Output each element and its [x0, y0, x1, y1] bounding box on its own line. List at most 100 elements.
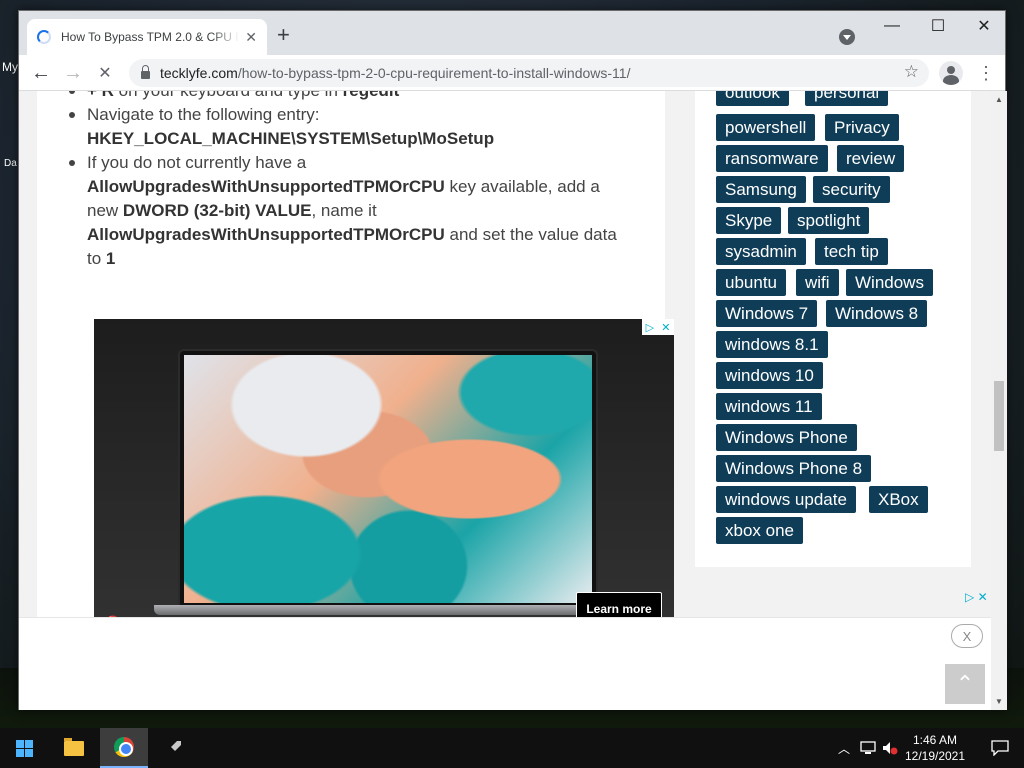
tray-chevron-icon[interactable]: ︿	[838, 740, 850, 757]
scroll-down-arrow-icon[interactable]: ▼	[995, 697, 1003, 706]
tag-link[interactable]: Windows Phone 8	[716, 455, 872, 482]
registry-key: AllowUpgradesWithUnsupportedTPMOrCPU	[87, 225, 445, 244]
step-bold: regedit	[343, 91, 400, 100]
registry-path: HKEY_LOCAL_MACHINE\SYSTEM\Setup\MoSetup	[87, 129, 495, 148]
step-text: If you do not currently have a	[87, 153, 307, 172]
minimize-button[interactable]: —	[869, 11, 915, 41]
tag-cloud: outlook personal powershell Privacy rans…	[695, 91, 971, 567]
tag-link[interactable]: sysadmin	[716, 238, 806, 265]
network-icon[interactable]	[860, 741, 878, 755]
value-type: DWORD (32-bit) VALUE	[122, 201, 312, 220]
tag-link[interactable]: Windows 8	[826, 300, 928, 327]
scrollbar-thumb[interactable]	[994, 381, 1004, 451]
tag-link[interactable]: Windows	[846, 269, 933, 296]
tag-link[interactable]: powershell	[716, 114, 816, 141]
tab-strip: How To Bypass TPM 2.0 & CPU R ✕ + — ☐ ✕	[19, 11, 1005, 55]
video-ad[interactable]: Learn more 🔇	[94, 319, 674, 644]
taskbar-file-explorer[interactable]	[50, 728, 98, 768]
desktop-icon-label[interactable]: My	[2, 60, 18, 74]
volume-muted-icon[interactable]	[882, 741, 898, 755]
tag-link[interactable]: security	[813, 176, 890, 203]
chrome-icon	[114, 737, 134, 757]
tab-title: How To Bypass TPM 2.0 & CPU R	[61, 30, 240, 44]
ad-close-icon[interactable]: ✕	[661, 321, 670, 334]
browser-menu-icon[interactable]: ⋮	[977, 61, 995, 85]
stop-loading-button[interactable]: ✕	[93, 61, 117, 85]
scroll-up-arrow-icon[interactable]: ▲	[995, 95, 1003, 104]
instruction-list: + R on your keyboard and type in regedit…	[69, 91, 627, 271]
tag-link[interactable]: ubuntu	[716, 269, 786, 296]
desktop-icon-label[interactable]: Da	[4, 158, 17, 169]
taskbar-app[interactable]	[150, 728, 198, 768]
tag-link[interactable]: review	[837, 145, 905, 172]
step-text: Navigate to the following entry:	[87, 105, 320, 124]
url-domain: tecklyfe.com	[160, 65, 238, 81]
forward-button[interactable]: →	[61, 61, 85, 85]
browser-window: How To Bypass TPM 2.0 & CPU R ✕ + — ☐ ✕ …	[18, 10, 1007, 710]
tag-link[interactable]: personal	[805, 91, 889, 106]
system-clock[interactable]: 1:46 AM 12/19/2021	[904, 732, 966, 764]
url-text[interactable]: tecklyfe.com/how-to-bypass-tpm-2-0-cpu-r…	[160, 65, 630, 81]
start-button[interactable]	[0, 728, 48, 768]
web-page: + R on your keyboard and type in regedit…	[19, 91, 991, 710]
page-scrollbar[interactable]: ▲ ▼	[991, 91, 1007, 710]
tag-link[interactable]: windows 10	[716, 362, 823, 389]
list-item: + R on your keyboard and type in regedit	[69, 91, 627, 103]
step-text: , name it	[311, 201, 377, 220]
scroll-to-top-button[interactable]: ⌃	[945, 664, 985, 704]
tag-link[interactable]: spotlight	[788, 207, 870, 234]
rocket-icon	[167, 741, 181, 755]
tab-close-icon[interactable]: ✕	[245, 29, 257, 46]
tag-link[interactable]: Privacy	[825, 114, 899, 141]
url-path: /how-to-bypass-tpm-2-0-cpu-requirement-t…	[237, 65, 631, 81]
tag-link[interactable]: Windows Phone	[716, 424, 857, 451]
action-center-button[interactable]	[976, 728, 1024, 768]
notification-icon	[991, 740, 1009, 756]
folder-icon	[64, 737, 84, 756]
step-text: on your keyboard and type in	[114, 91, 343, 100]
close-ad-button[interactable]: X	[951, 624, 983, 648]
tag-link[interactable]: Samsung	[716, 176, 806, 203]
tag-link[interactable]: Skype	[716, 207, 782, 234]
taskbar: ︿ 1:46 AM 12/19/2021	[0, 728, 1024, 768]
list-item: If you do not currently have a AllowUpgra…	[69, 151, 627, 271]
clock-date: 12/19/2021	[904, 749, 966, 763]
tag-link[interactable]: ransomware	[716, 145, 828, 172]
lock-icon[interactable]	[141, 65, 150, 79]
taskbar-chrome[interactable]	[100, 728, 148, 768]
browser-tab[interactable]: How To Bypass TPM 2.0 & CPU R ✕	[27, 19, 267, 55]
loading-spinner-icon	[37, 30, 51, 44]
tag-link[interactable]: Windows 7	[716, 300, 818, 327]
laptop-base	[154, 605, 614, 615]
ad-choices[interactable]: ▷ ✕	[642, 319, 674, 335]
registry-key: AllowUpgradesWithUnsupportedTPMOrCPU	[87, 177, 445, 196]
close-window-button[interactable]: ✕	[961, 11, 1007, 41]
bottom-banner-ad: ▷ ✕ X ⌃	[19, 590, 991, 710]
bookmark-star-icon[interactable]: ☆	[904, 62, 919, 82]
tag-link[interactable]: outlook	[716, 91, 789, 106]
laptop-image	[178, 349, 598, 609]
profile-avatar[interactable]	[939, 61, 963, 85]
ad-choices-icon[interactable]: ▷ ✕	[965, 590, 988, 604]
ad-choices-icon[interactable]: ▷	[646, 321, 654, 334]
browser-toolbar: ← → ✕ tecklyfe.com/how-to-bypass-tpm-2-0…	[19, 55, 1005, 91]
back-button[interactable]: ←	[29, 61, 53, 85]
tag-link[interactable]: XBox	[869, 486, 928, 513]
clock-time: 1:46 AM	[912, 733, 958, 747]
laptop-screen-art	[184, 355, 592, 603]
tag-link[interactable]: windows 8.1	[716, 331, 828, 358]
tag-link[interactable]: windows 11	[716, 393, 822, 420]
tag-link[interactable]: windows update	[716, 486, 856, 513]
list-item: Navigate to the following entry: HKEY_LOC…	[69, 103, 627, 151]
key-combo: + R	[87, 91, 114, 100]
maximize-button[interactable]: ☐	[915, 11, 961, 41]
system-tray: ︿	[838, 728, 898, 768]
tag-link[interactable]: tech tip	[815, 238, 888, 265]
tag-link[interactable]: wifi	[796, 269, 839, 296]
new-tab-button[interactable]: +	[277, 24, 290, 46]
windows-logo-icon	[15, 739, 33, 757]
tag-link[interactable]: xbox one	[716, 517, 803, 544]
address-bar[interactable]: tecklyfe.com/how-to-bypass-tpm-2-0-cpu-r…	[129, 59, 929, 87]
value-data: 1	[105, 249, 116, 268]
tab-search-icon[interactable]	[839, 29, 855, 45]
